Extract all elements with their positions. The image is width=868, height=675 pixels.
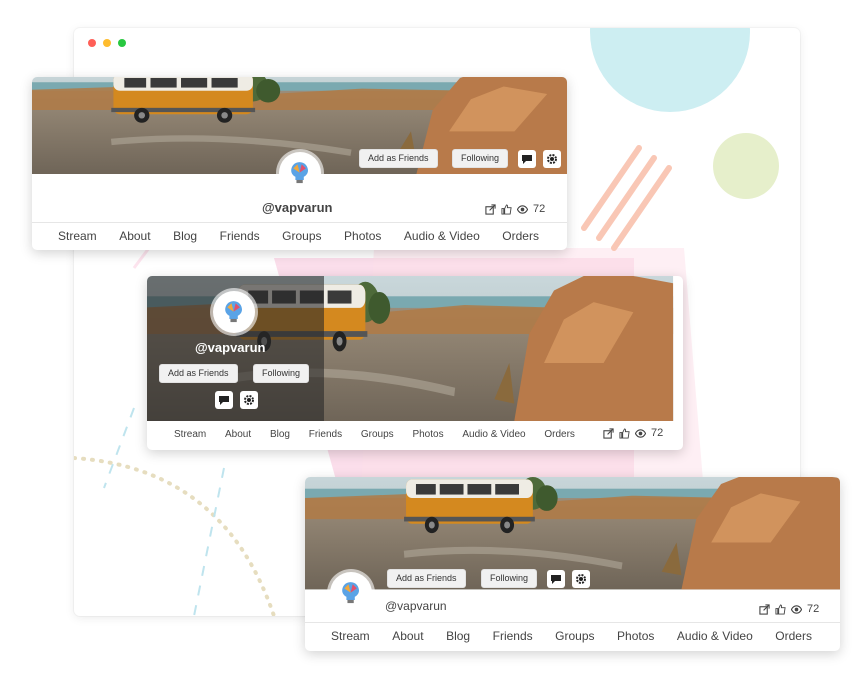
message-button[interactable] — [215, 391, 233, 409]
tab-photos[interactable]: Photos — [412, 429, 443, 440]
profile-tabs: Stream About Blog Friends Groups Photos … — [174, 429, 575, 440]
profile-tabs: Stream About Blog Friends Groups Photos … — [58, 229, 539, 243]
tab-audio-video[interactable]: Audio & Video — [677, 629, 753, 643]
following-button[interactable]: Following — [253, 364, 310, 383]
views-count: 72 — [533, 203, 546, 215]
tab-audio-video[interactable]: Audio & Video — [404, 229, 480, 243]
views-count: 72 — [651, 427, 664, 439]
tab-blog[interactable]: Blog — [173, 229, 197, 243]
tab-orders[interactable]: Orders — [544, 429, 575, 440]
tab-about[interactable]: About — [392, 629, 423, 643]
add-friend-button[interactable]: Add as Friends — [159, 364, 238, 383]
divider — [32, 222, 567, 223]
tab-blog[interactable]: Blog — [446, 629, 470, 643]
add-friend-button[interactable]: Add as Friends — [387, 569, 466, 588]
tab-audio-video[interactable]: Audio & Video — [462, 429, 525, 440]
eye-icon — [635, 428, 646, 438]
gear-icon — [547, 154, 557, 164]
settings-button[interactable] — [543, 150, 561, 168]
message-icon — [522, 155, 532, 164]
profile-stats: 72 — [603, 427, 663, 439]
profile-tabs: Stream About Blog Friends Groups Photos … — [331, 629, 812, 643]
lightbulb-logo-icon — [225, 301, 243, 323]
avatar[interactable] — [330, 572, 372, 614]
tab-friends[interactable]: Friends — [309, 429, 342, 440]
views-count: 72 — [807, 603, 820, 615]
tab-groups[interactable]: Groups — [282, 229, 321, 243]
tab-photos[interactable]: Photos — [344, 229, 381, 243]
like-icon[interactable] — [501, 203, 512, 215]
tab-groups[interactable]: Groups — [361, 429, 394, 440]
tab-groups[interactable]: Groups — [555, 629, 594, 643]
share-icon[interactable] — [485, 203, 496, 215]
tab-orders[interactable]: Orders — [775, 629, 812, 643]
share-icon[interactable] — [759, 603, 770, 615]
profile-handle: @vapvarun — [385, 599, 447, 613]
tab-about[interactable]: About — [225, 429, 251, 440]
profile-card-layout-1: Add as Friends Following @vapvarun 72 St… — [32, 77, 567, 250]
profile-stats: 72 — [485, 203, 545, 215]
cover-photo: @vapvarun Add as Friends Following — [147, 276, 683, 421]
profile-card-layout-2: @vapvarun Add as Friends Following Strea… — [147, 276, 683, 450]
lightbulb-logo-icon — [342, 582, 360, 604]
tab-blog[interactable]: Blog — [270, 429, 290, 440]
profile-card-layout-3: Add as Friends Following @vapvarun 72 St… — [305, 477, 840, 651]
settings-button[interactable] — [240, 391, 258, 409]
divider — [305, 622, 840, 623]
tab-orders[interactable]: Orders — [502, 229, 539, 243]
message-icon — [219, 396, 229, 405]
tab-friends[interactable]: Friends — [493, 629, 533, 643]
tab-about[interactable]: About — [119, 229, 150, 243]
avatar[interactable] — [213, 291, 255, 333]
eye-icon — [517, 204, 528, 214]
like-icon[interactable] — [619, 427, 630, 439]
gear-icon — [244, 395, 254, 405]
cover-photo: Add as Friends Following — [305, 477, 840, 594]
following-button[interactable]: Following — [481, 569, 538, 588]
message-button[interactable] — [518, 150, 536, 168]
avatar[interactable] — [279, 152, 321, 194]
following-button[interactable]: Following — [452, 149, 509, 168]
profile-handle: @vapvarun — [262, 200, 333, 215]
tab-stream[interactable]: Stream — [58, 229, 97, 243]
settings-button[interactable] — [572, 570, 590, 588]
profile-handle: @vapvarun — [195, 340, 266, 355]
tab-photos[interactable]: Photos — [617, 629, 654, 643]
like-icon[interactable] — [775, 603, 786, 615]
profile-stats: 72 — [759, 603, 819, 615]
eye-icon — [791, 604, 802, 614]
lightbulb-logo-icon — [291, 162, 309, 184]
add-friend-button[interactable]: Add as Friends — [359, 149, 438, 168]
gear-icon — [576, 574, 586, 584]
message-button[interactable] — [547, 570, 565, 588]
share-icon[interactable] — [603, 427, 614, 439]
message-icon — [551, 575, 561, 584]
tab-stream[interactable]: Stream — [331, 629, 370, 643]
tab-stream[interactable]: Stream — [174, 429, 206, 440]
tab-friends[interactable]: Friends — [220, 229, 260, 243]
